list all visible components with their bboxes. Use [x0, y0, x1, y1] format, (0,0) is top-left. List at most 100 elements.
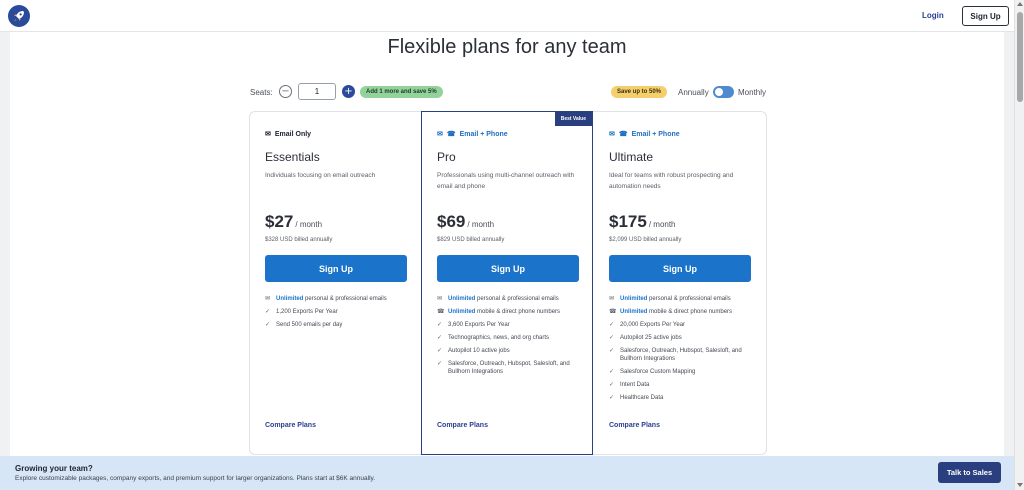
scroll-up-arrow-icon[interactable]	[1017, 2, 1023, 6]
plan-feature-item: ✓ Salesforce Custom Mapping	[609, 368, 759, 376]
phone-icon: ☎	[609, 308, 617, 315]
feature-description: Technographics, news, and org charts	[448, 335, 550, 341]
feature-description: personal & professional emails	[647, 296, 731, 302]
envelope-icon: ✉	[437, 131, 443, 138]
ultimate-signup-button[interactable]: Sign Up	[609, 255, 751, 282]
page-title: Flexible plans for any team	[387, 36, 627, 58]
feature-description: Autopilot 25 active jobs	[620, 335, 682, 341]
feature-description: Send 500 emails per day	[276, 322, 343, 328]
feature-text: Intent Data	[620, 381, 649, 389]
plan-features-list: ✉ Unlimited personal & professional email…	[609, 295, 759, 407]
feature-text: Unlimited personal & professional emails	[620, 295, 731, 303]
feature-description: personal & professional emails	[303, 296, 387, 302]
feature-description: mobile & direct phone numbers	[475, 309, 561, 315]
check-icon: ✓	[265, 308, 271, 315]
check-icon: ✓	[437, 347, 443, 354]
check-icon: ✓	[609, 368, 615, 375]
talk-to-sales-button[interactable]: Talk to Sales	[938, 462, 1001, 483]
plan-name: Ultimate	[609, 150, 654, 164]
plan-feature-item: ✓ Healthcare Data	[609, 394, 759, 402]
seats-input[interactable]	[298, 83, 336, 100]
page-scrollbar[interactable]	[1014, 0, 1024, 490]
feature-description: mobile & direct phone numbers	[647, 309, 733, 315]
phone-icon: ☎	[446, 131, 456, 138]
feature-description: Salesforce, Outreach, Hubspot, Salesloft…	[448, 361, 570, 375]
feature-text: Send 500 emails per day	[276, 321, 342, 329]
price-period: / month	[648, 220, 676, 229]
feature-text: Salesforce, Outreach, Hubspot, Salesloft…	[620, 347, 759, 363]
plan-feature-item: ✉ Unlimited personal & professional email…	[265, 295, 415, 303]
enterprise-banner: Growing your team? Explore customizable …	[0, 456, 1014, 490]
plan-name: Pro	[437, 150, 456, 164]
envelope-icon: ✉	[437, 295, 443, 302]
top-navbar: Login Sign Up	[0, 0, 1014, 32]
monthly-label[interactable]: Monthly	[738, 88, 766, 97]
contact-type-label: Email + Phone	[459, 130, 508, 138]
seats-decrement-button[interactable]: −	[279, 85, 292, 98]
check-icon: ✓	[437, 360, 443, 367]
feature-text: Unlimited personal & professional emails	[448, 295, 559, 303]
plan-features-list: ✉ Unlimited personal & professional email…	[437, 295, 587, 381]
plan-description: Professionals using multi-channel outrea…	[437, 172, 575, 190]
feature-description: Salesforce Custom Mapping	[620, 369, 696, 375]
header-signup-button[interactable]: Sign Up	[962, 6, 1009, 26]
seats-increment-button[interactable]: +	[342, 85, 355, 98]
feature-text: 3,600 Exports Per Year	[448, 321, 510, 329]
envelope-icon: ✉	[265, 131, 271, 138]
plan-feature-item: ✓ Autopilot 10 active jobs	[437, 347, 587, 355]
seats-label: Seats:	[250, 88, 273, 97]
feature-highlight: Unlimited	[448, 309, 476, 315]
billing-period-toggle[interactable]	[713, 86, 734, 98]
feature-highlight: Unlimited	[448, 296, 476, 302]
plan-feature-item: ✓ Salesforce, Outreach, Hubspot, Saleslof…	[609, 347, 759, 363]
compare-plans-link[interactable]: Compare Plans	[265, 422, 316, 429]
phone-icon: ☎	[618, 131, 628, 138]
plan-contact-type: ✉ ☎ Email + Phone	[609, 130, 680, 139]
plan-contact-type: ✉ ☎ Email + Phone	[437, 130, 508, 139]
plan-price: $175/ month	[609, 212, 676, 232]
check-icon: ✓	[609, 381, 615, 388]
feature-description: Intent Data	[620, 382, 650, 388]
check-icon: ✓	[437, 334, 443, 341]
price-amount: $175	[609, 212, 647, 231]
seats-promo-badge: Add 1 more and save 5%	[360, 86, 443, 98]
plan-feature-item: ✓ 1,200 Exports Per Year	[265, 308, 415, 316]
toggle-knob	[715, 88, 723, 96]
plan-price: $69/ month	[437, 212, 494, 232]
envelope-icon: ✉	[265, 295, 271, 302]
feature-text: Salesforce, Outreach, Hubspot, Salesloft…	[448, 360, 587, 376]
plan-feature-item: ✓ Autopilot 25 active jobs	[609, 334, 759, 342]
plan-billed-annually: $829 USD billed annually	[437, 237, 505, 243]
feature-text: Autopilot 25 active jobs	[620, 334, 682, 342]
feature-highlight: Unlimited	[276, 296, 304, 302]
plan-feature-item: ✓ Salesforce, Outreach, Hubspot, Saleslof…	[437, 360, 587, 376]
annually-label[interactable]: Annually	[678, 88, 709, 97]
feature-description: Healthcare Data	[620, 395, 664, 401]
plan-billed-annually: $328 USD billed annually	[265, 237, 333, 243]
plan-features-list: ✉ Unlimited personal & professional email…	[265, 295, 415, 334]
feature-text: 1,200 Exports Per Year	[276, 308, 338, 316]
scroll-down-arrow-icon[interactable]	[1017, 483, 1023, 487]
check-icon: ✓	[609, 347, 615, 354]
login-link[interactable]: Login	[922, 11, 944, 20]
feature-text: Autopilot 10 active jobs	[448, 347, 510, 355]
plan-feature-item: ✓ Technographics, news, and org charts	[437, 334, 587, 342]
feature-highlight: Unlimited	[620, 309, 648, 315]
essentials-signup-button[interactable]: Sign Up	[265, 255, 407, 282]
rocket-logo-icon[interactable]	[8, 5, 30, 27]
contact-type-label: Email Only	[274, 130, 312, 138]
plan-name: Essentials	[265, 150, 320, 164]
feature-description: personal & professional emails	[475, 296, 559, 302]
feature-text: Salesforce Custom Mapping	[620, 368, 695, 376]
envelope-icon: ✉	[609, 295, 615, 302]
plan-feature-item: ☎ Unlimited mobile & direct phone numbers	[437, 308, 587, 316]
plan-feature-item: ✓ Send 500 emails per day	[265, 321, 415, 329]
scrollbar-thumb[interactable]	[1017, 12, 1023, 102]
pro-signup-button[interactable]: Sign Up	[437, 255, 579, 282]
feature-text: Unlimited personal & professional emails	[276, 295, 387, 303]
compare-plans-link[interactable]: Compare Plans	[609, 422, 660, 429]
compare-plans-link[interactable]: Compare Plans	[437, 422, 488, 429]
check-icon: ✓	[609, 394, 615, 401]
check-icon: ✓	[265, 321, 271, 328]
plan-billed-annually: $2,099 USD billed annually	[609, 237, 682, 243]
